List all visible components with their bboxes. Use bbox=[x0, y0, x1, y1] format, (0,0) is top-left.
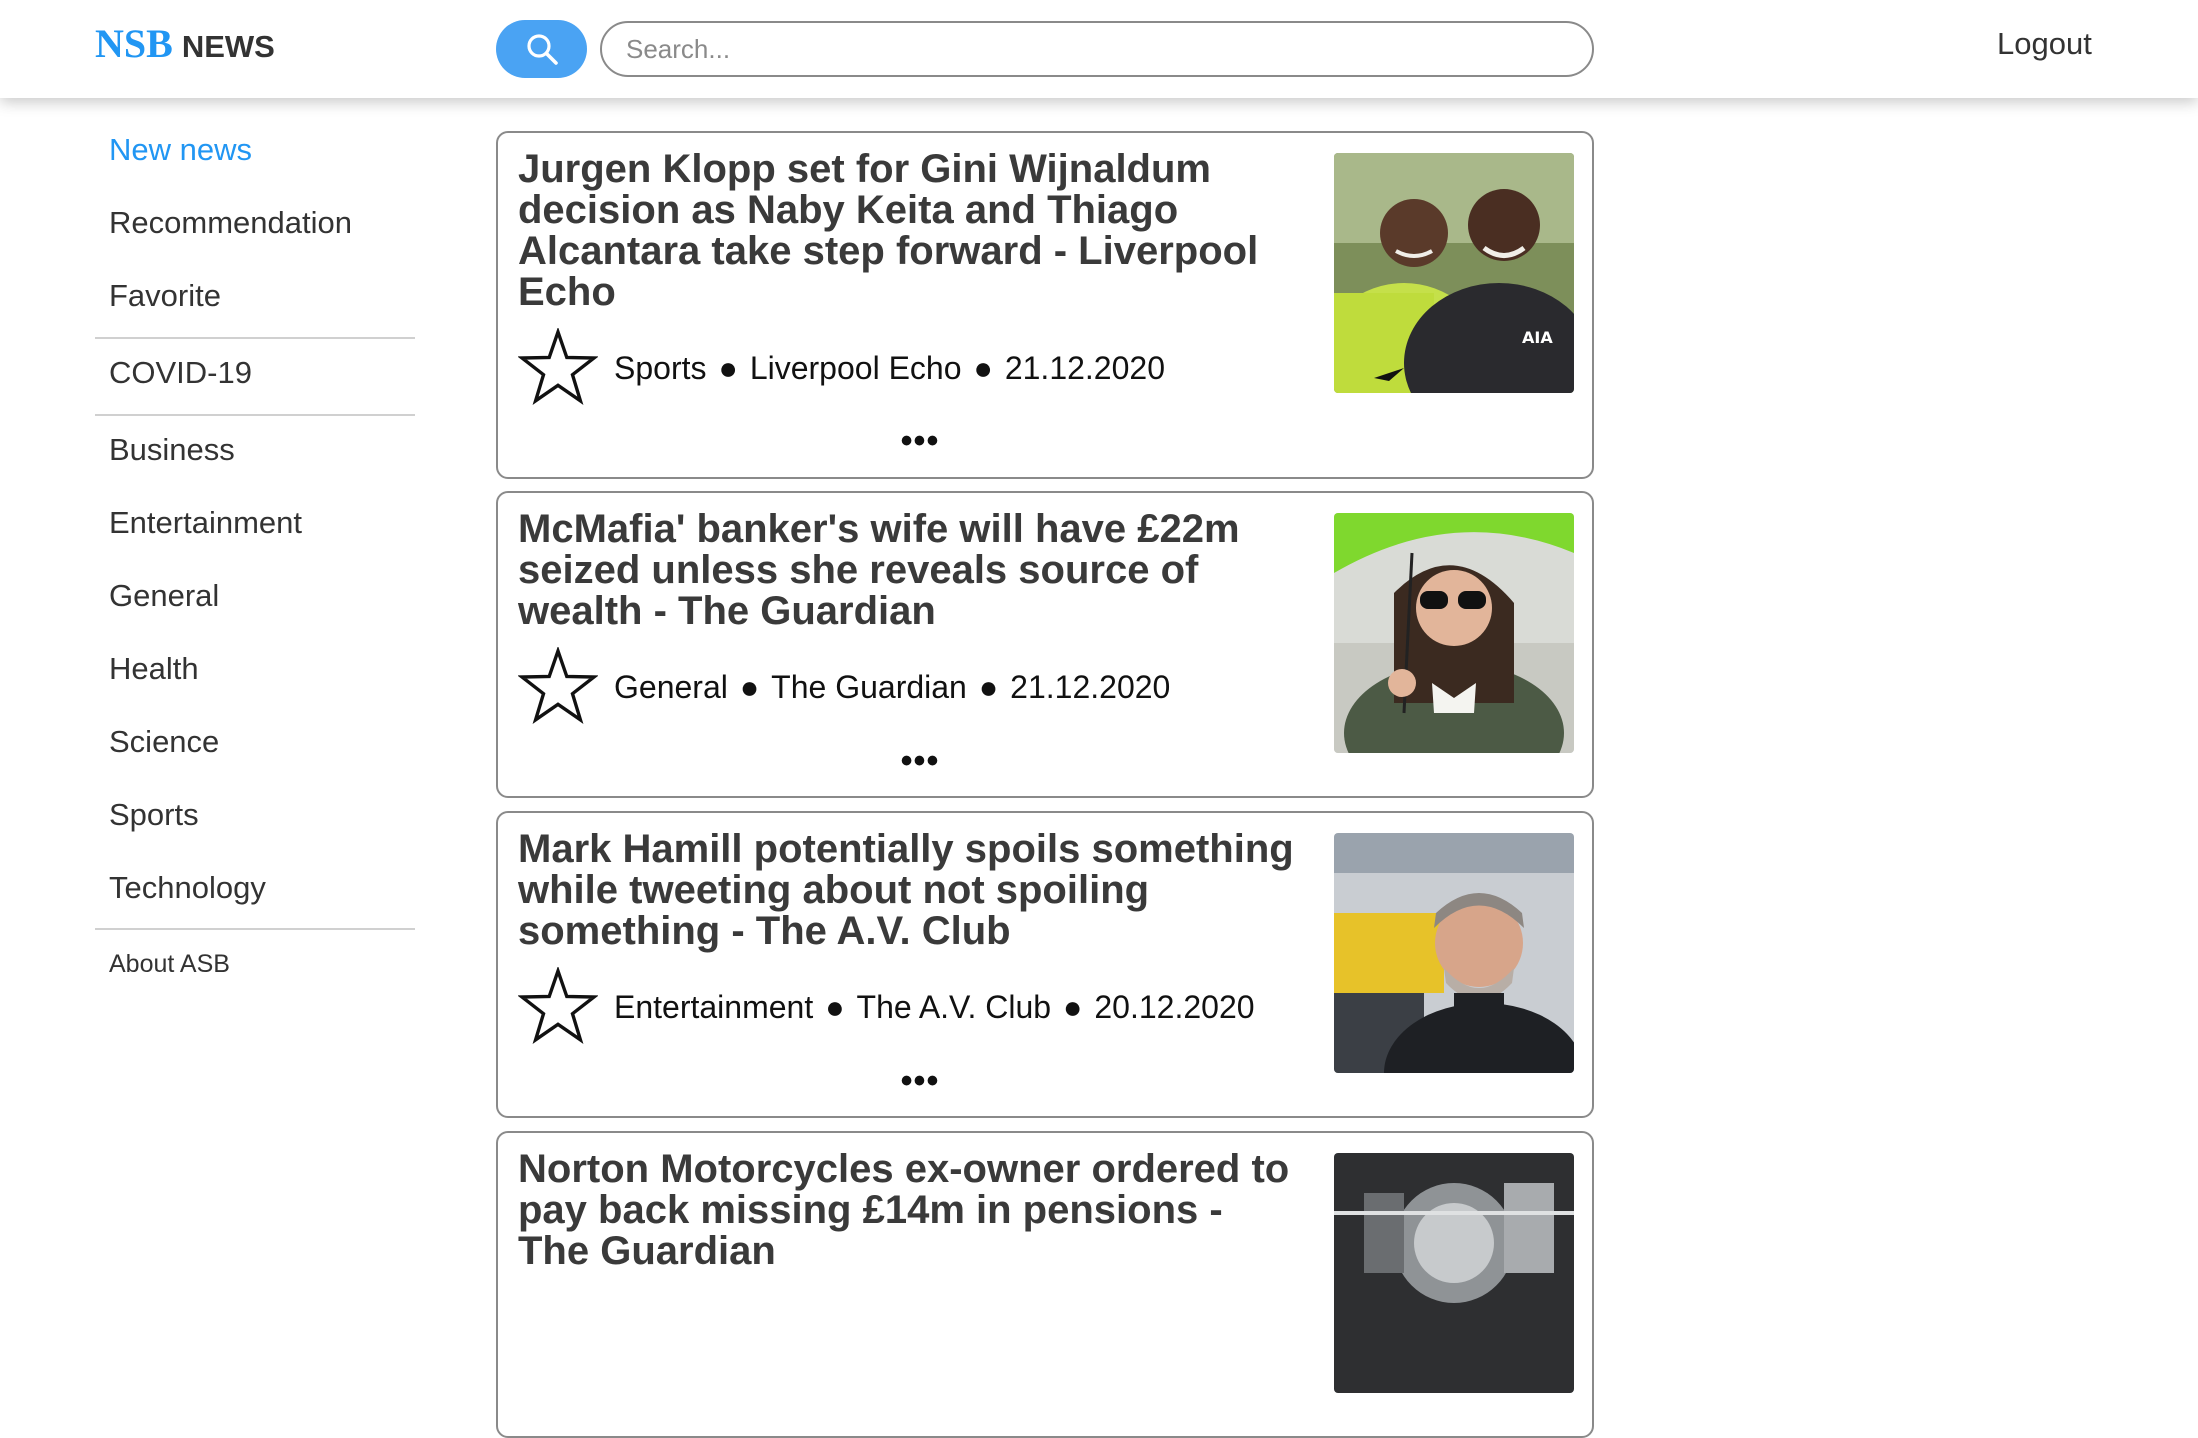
search-button[interactable] bbox=[496, 20, 587, 78]
search-icon bbox=[526, 34, 558, 65]
article-thumbnail[interactable] bbox=[1334, 513, 1574, 753]
article-title[interactable]: Norton Motorcycles ex-owner ordered to p… bbox=[518, 1149, 1298, 1272]
favorite-star-icon[interactable] bbox=[518, 647, 598, 727]
favorite-star-icon[interactable] bbox=[518, 967, 598, 1047]
article-thumbnail[interactable]: AIA bbox=[1334, 153, 1574, 393]
article-meta: Sports ● Liverpool Echo ● 21.12.2020 bbox=[518, 328, 1165, 408]
logout-button[interactable]: Logout bbox=[1997, 26, 2092, 62]
separator-dot: ● bbox=[1063, 988, 1083, 1025]
sidebar-divider bbox=[95, 337, 415, 339]
site-logo[interactable]: NSB NEWS bbox=[95, 20, 275, 74]
sidebar-item-science[interactable]: Science bbox=[109, 724, 219, 760]
separator-dot: ● bbox=[718, 349, 738, 386]
article-date: 21.12.2020 bbox=[1004, 349, 1165, 386]
sidebar-divider bbox=[95, 414, 415, 416]
sidebar-item-health[interactable]: Health bbox=[109, 651, 199, 687]
logo-news: NEWS bbox=[181, 29, 275, 64]
football-players-photo: AIA bbox=[1334, 153, 1574, 393]
svg-text:AIA: AIA bbox=[1522, 328, 1553, 347]
woman-with-umbrella-photo bbox=[1334, 513, 1574, 753]
article-title[interactable]: Mark Hamill potentially spoils something… bbox=[518, 829, 1298, 952]
search-input[interactable] bbox=[600, 21, 1594, 77]
news-card[interactable]: McMafia' banker's wife will have £22m se… bbox=[496, 491, 1594, 798]
motorcycle-engine-photo bbox=[1334, 1153, 1574, 1393]
sidebar-item-covid-19[interactable]: COVID-19 bbox=[109, 355, 252, 391]
more-options-button[interactable]: ••• bbox=[890, 1064, 950, 1098]
news-card[interactable]: Norton Motorcycles ex-owner ordered to p… bbox=[496, 1131, 1594, 1438]
sidebar-item-favorite[interactable]: Favorite bbox=[109, 278, 221, 314]
article-source: The Guardian bbox=[771, 668, 967, 705]
news-card[interactable]: Jurgen Klopp set for Gini Wijnaldum deci… bbox=[496, 131, 1594, 479]
sidebar-item-technology[interactable]: Technology bbox=[109, 870, 266, 906]
separator-dot: ● bbox=[825, 988, 845, 1025]
article-title[interactable]: McMafia' banker's wife will have £22m se… bbox=[518, 509, 1298, 632]
article-category: Entertainment bbox=[614, 988, 814, 1025]
logo-brand: NSB bbox=[95, 21, 173, 66]
sidebar-item-general[interactable]: General bbox=[109, 578, 219, 614]
comic-con-man-photo bbox=[1334, 833, 1574, 1073]
more-options-button[interactable]: ••• bbox=[890, 424, 950, 458]
favorite-star-icon[interactable] bbox=[518, 328, 598, 408]
article-thumbnail[interactable] bbox=[1334, 833, 1574, 1073]
more-options-button[interactable]: ••• bbox=[890, 744, 950, 778]
article-source: Liverpool Echo bbox=[749, 349, 962, 386]
separator-dot: ● bbox=[739, 668, 760, 705]
sidebar-item-entertainment[interactable]: Entertainment bbox=[109, 505, 302, 541]
article-date: 21.12.2020 bbox=[1010, 668, 1171, 705]
sidebar-item-about[interactable]: About ASB bbox=[109, 950, 230, 979]
sidebar-item-new-news[interactable]: New news bbox=[109, 132, 252, 168]
article-meta: Entertainment ● The A.V. Club ● 20.12.20… bbox=[518, 967, 1255, 1047]
article-source: The A.V. Club bbox=[856, 988, 1052, 1025]
sidebar-divider bbox=[95, 928, 415, 930]
article-thumbnail[interactable] bbox=[1334, 1153, 1574, 1393]
news-card[interactable]: Mark Hamill potentially spoils something… bbox=[496, 811, 1594, 1118]
separator-dot: ● bbox=[973, 349, 993, 386]
article-date: 20.12.2020 bbox=[1094, 988, 1255, 1025]
article-meta: General ● The Guardian ● 21.12.2020 bbox=[518, 647, 1170, 727]
article-title[interactable]: Jurgen Klopp set for Gini Wijnaldum deci… bbox=[518, 149, 1298, 313]
separator-dot: ● bbox=[978, 668, 999, 705]
article-category: Sports bbox=[614, 349, 707, 386]
sidebar-item-business[interactable]: Business bbox=[109, 432, 235, 468]
sidebar-item-recommendation[interactable]: Recommendation bbox=[109, 205, 352, 241]
article-category: General bbox=[614, 668, 728, 705]
top-header: NSB NEWS Logout bbox=[0, 0, 2198, 98]
sidebar-item-sports[interactable]: Sports bbox=[109, 797, 199, 833]
